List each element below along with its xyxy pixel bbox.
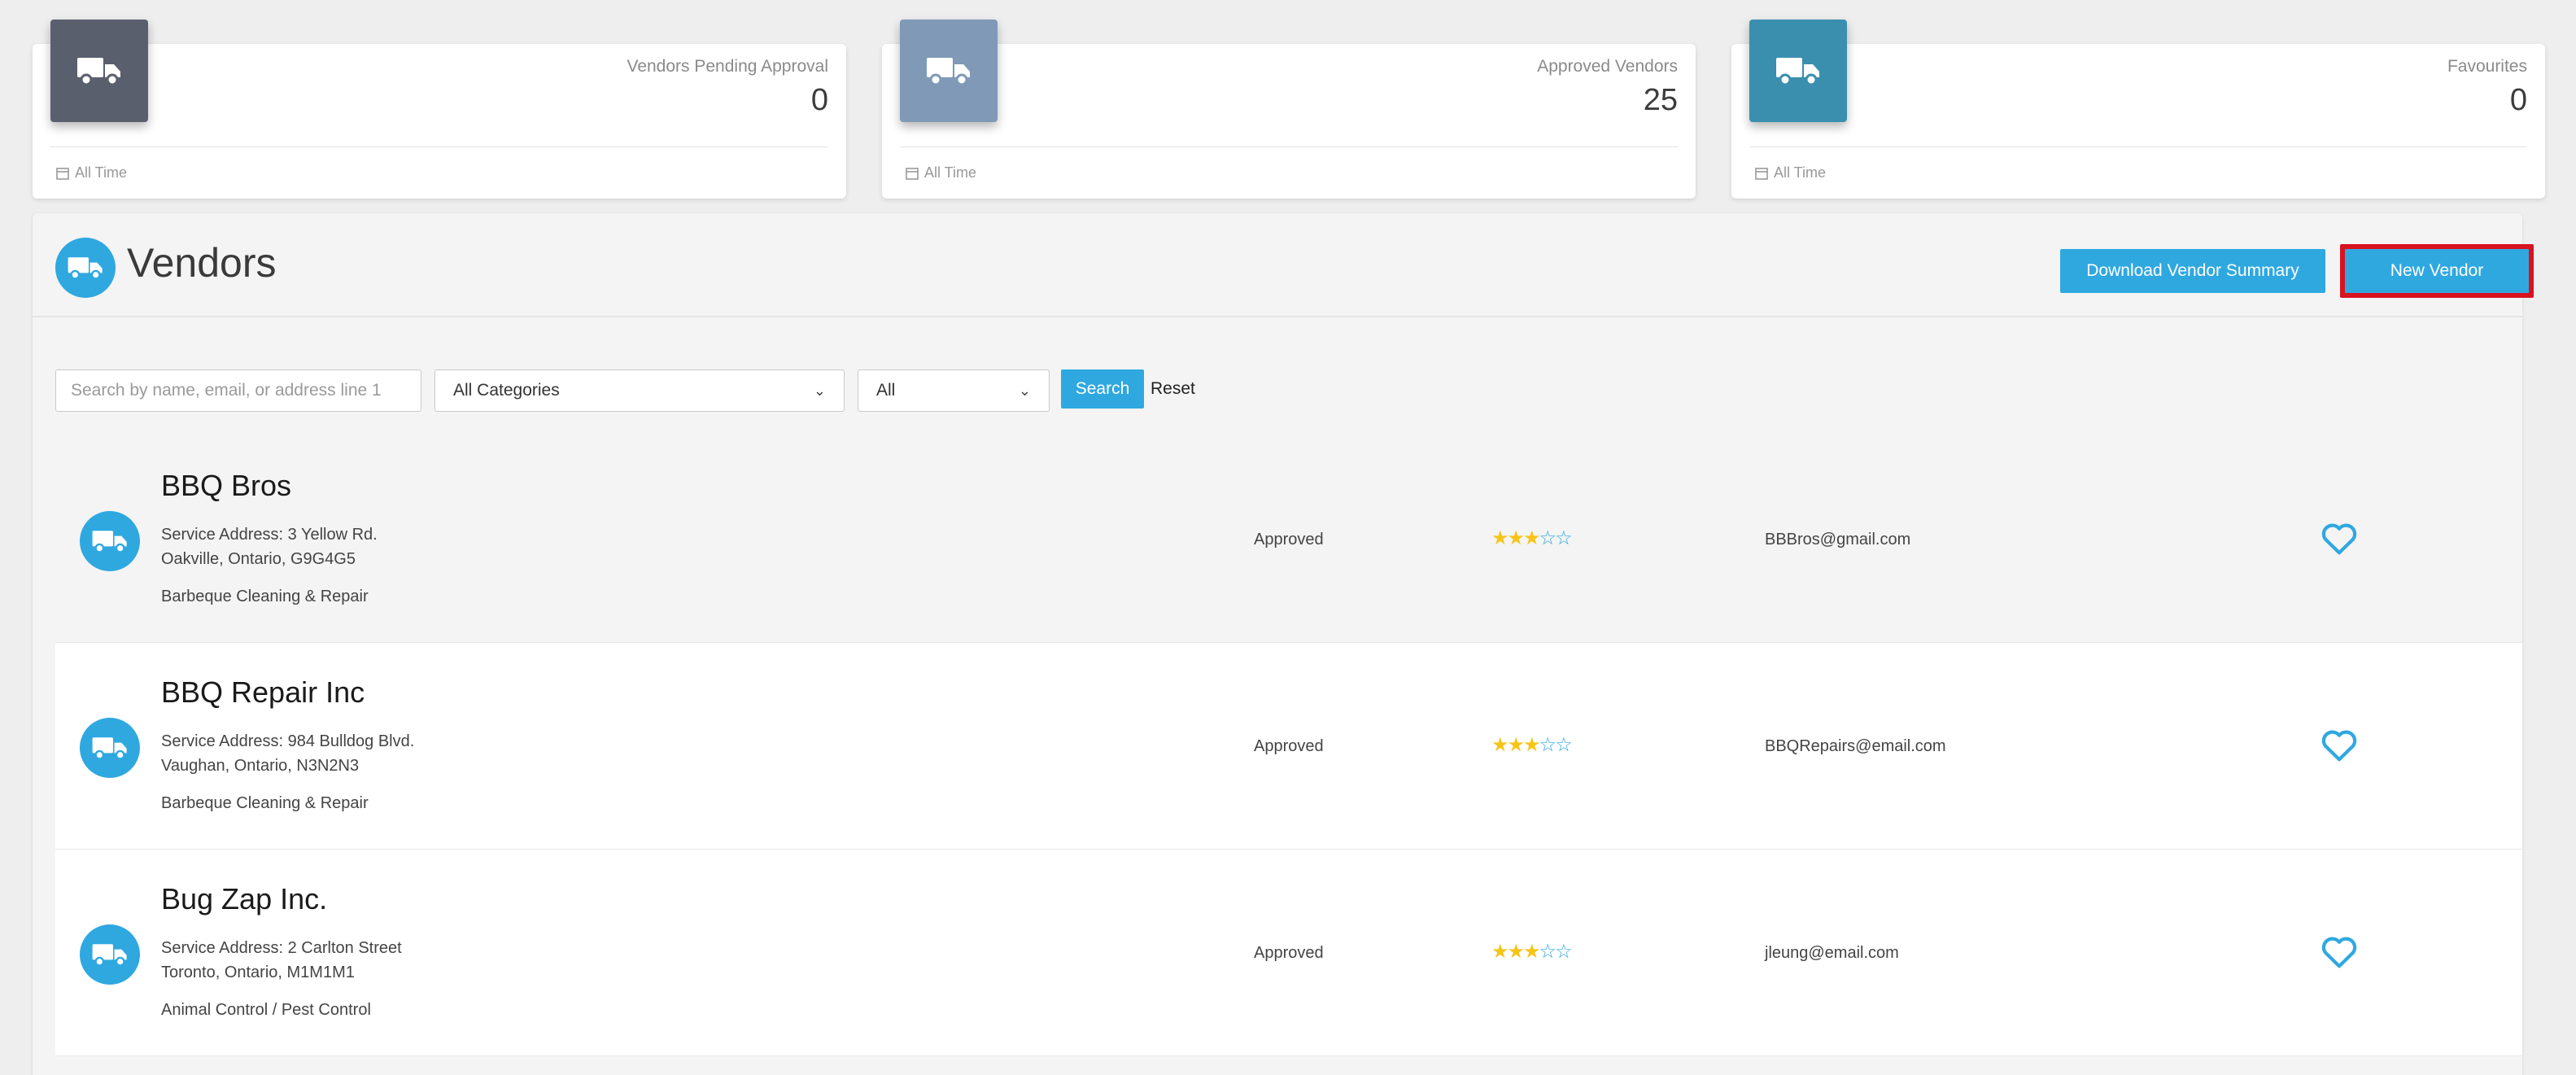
stat-footer-label: All Time bbox=[75, 164, 128, 181]
star-empty-icon: ☆ bbox=[1555, 734, 1572, 756]
vendor-rating: ★ ★ ★ ☆ ☆ bbox=[1491, 940, 1573, 964]
panel-header: Vendors Download Vendor Summary New Vend… bbox=[33, 213, 2534, 317]
category-select-value: All Categories bbox=[453, 381, 560, 400]
truck-icon bbox=[77, 58, 120, 86]
truck-icon bbox=[92, 531, 127, 553]
calendar-icon bbox=[1755, 167, 1768, 180]
vendor-status: Approved bbox=[1254, 737, 1324, 755]
truck-icon bbox=[92, 944, 127, 967]
calendar-icon bbox=[56, 167, 69, 180]
star-filled-icon: ★ bbox=[1523, 527, 1540, 549]
vendor-address-line1: Service Address: 2 Carlton Street bbox=[161, 939, 402, 957]
calendar-icon bbox=[906, 167, 919, 180]
vendors-panel: Vendors Download Vendor Summary New Vend… bbox=[33, 213, 2534, 1075]
vendors-page: Vendors Pending Approval 0 All Time Appr… bbox=[0, 0, 2576, 1075]
star-filled-icon: ★ bbox=[1507, 941, 1525, 963]
vendor-avatar bbox=[80, 924, 140, 985]
vendor-address-line1: Service Address: 3 Yellow Rd. bbox=[161, 526, 378, 544]
truck-icon bbox=[1776, 58, 1819, 86]
truck-icon bbox=[92, 737, 127, 760]
stat-icon-box bbox=[1749, 20, 1847, 122]
chevron-down-icon: ⌄ bbox=[813, 382, 826, 399]
category-select[interactable]: All Categories ⌄ bbox=[434, 369, 845, 412]
star-filled-icon: ★ bbox=[1523, 941, 1540, 963]
vendor-avatar bbox=[80, 718, 140, 778]
vendor-rating: ★ ★ ★ ☆ ☆ bbox=[1491, 527, 1573, 550]
divider bbox=[1749, 146, 2527, 147]
star-empty-icon: ☆ bbox=[1539, 941, 1557, 963]
vendor-status: Approved bbox=[1254, 944, 1324, 962]
vendor-email: jleung@email.com bbox=[1765, 944, 1899, 962]
reset-link[interactable]: Reset bbox=[1150, 379, 1195, 399]
star-filled-icon: ★ bbox=[1491, 527, 1508, 549]
stat-footer: All Time bbox=[1754, 164, 1826, 181]
vendor-email: BBBros@gmail.com bbox=[1765, 531, 1911, 548]
star-filled-icon: ★ bbox=[1491, 941, 1508, 963]
vendor-row[interactable]: BBQ Bros Service Address: 3 Yellow Rd. O… bbox=[55, 436, 2522, 643]
stat-footer-label: All Time bbox=[1774, 164, 1827, 181]
chevron-down-icon: ⌄ bbox=[1018, 382, 1031, 399]
divider bbox=[50, 146, 828, 147]
star-empty-icon: ☆ bbox=[1555, 941, 1572, 963]
star-empty-icon: ☆ bbox=[1539, 527, 1557, 549]
vendor-name[interactable]: BBQ Bros bbox=[161, 469, 291, 503]
divider bbox=[900, 146, 1678, 147]
search-input[interactable] bbox=[55, 369, 421, 412]
star-filled-icon: ★ bbox=[1523, 734, 1540, 756]
stat-footer: All Time bbox=[55, 164, 127, 181]
heart-icon[interactable] bbox=[2321, 934, 2358, 970]
stat-label: Vendors Pending Approval bbox=[627, 57, 828, 76]
vendors-logo bbox=[55, 238, 116, 298]
status-select[interactable]: All ⌄ bbox=[858, 369, 1050, 412]
vendor-name[interactable]: Bug Zap Inc. bbox=[161, 882, 327, 916]
vendor-avatar bbox=[80, 511, 140, 571]
vendor-address-line2: Oakville, Ontario, G9G4G5 bbox=[161, 550, 356, 568]
stat-card-pending: Vendors Pending Approval 0 All Time bbox=[33, 20, 846, 199]
vendor-address-line1: Service Address: 984 Bulldog Blvd. bbox=[161, 732, 415, 750]
download-vendor-summary-button[interactable]: Download Vendor Summary bbox=[2060, 249, 2325, 293]
stat-card-approved: Approved Vendors 25 All Time bbox=[882, 20, 1696, 199]
vendor-category: Barbeque Cleaning & Repair bbox=[161, 794, 369, 812]
stat-footer-label: All Time bbox=[924, 164, 977, 181]
vendor-category: Animal Control / Pest Control bbox=[161, 1001, 371, 1019]
heart-icon[interactable] bbox=[2321, 521, 2358, 557]
truck-icon bbox=[68, 257, 103, 280]
stat-value: 0 bbox=[810, 83, 828, 117]
stat-icon-box bbox=[50, 20, 148, 122]
status-select-value: All bbox=[876, 381, 896, 400]
stat-value: 25 bbox=[1643, 83, 1678, 117]
heart-icon[interactable] bbox=[2321, 728, 2358, 763]
stat-label: Favourites bbox=[2447, 57, 2527, 76]
stat-icon-box bbox=[900, 20, 998, 122]
stat-value: 0 bbox=[2509, 83, 2527, 117]
star-filled-icon: ★ bbox=[1491, 734, 1508, 756]
new-vendor-button[interactable]: New Vendor bbox=[2340, 244, 2534, 298]
vendor-email: BBQRepairs@email.com bbox=[1765, 737, 1946, 755]
vendor-rating: ★ ★ ★ ☆ ☆ bbox=[1491, 733, 1573, 757]
vendor-row[interactable]: Bug Zap Inc. Service Address: 2 Carlton … bbox=[55, 850, 2522, 1056]
star-filled-icon: ★ bbox=[1507, 734, 1525, 756]
vendor-row[interactable]: BBQ Repair Inc Service Address: 984 Bull… bbox=[55, 643, 2522, 850]
stat-card-favourites: Favourites 0 All Time bbox=[1731, 20, 2545, 199]
vendor-category: Barbeque Cleaning & Repair bbox=[161, 588, 369, 605]
star-empty-icon: ☆ bbox=[1555, 527, 1572, 549]
stat-footer: All Time bbox=[905, 164, 976, 181]
truck-icon bbox=[927, 58, 970, 86]
vendor-address-line2: Toronto, Ontario, M1M1M1 bbox=[161, 964, 355, 981]
vendor-status: Approved bbox=[1254, 531, 1324, 548]
vendor-name[interactable]: BBQ Repair Inc bbox=[161, 675, 365, 710]
star-filled-icon: ★ bbox=[1507, 527, 1525, 549]
page-title: Vendors bbox=[127, 240, 277, 286]
star-empty-icon: ☆ bbox=[1539, 734, 1557, 756]
vendor-address-line2: Vaughan, Ontario, N3N2N3 bbox=[161, 757, 360, 775]
stat-label: Approved Vendors bbox=[1537, 57, 1678, 76]
search-button[interactable]: Search bbox=[1061, 369, 1144, 409]
